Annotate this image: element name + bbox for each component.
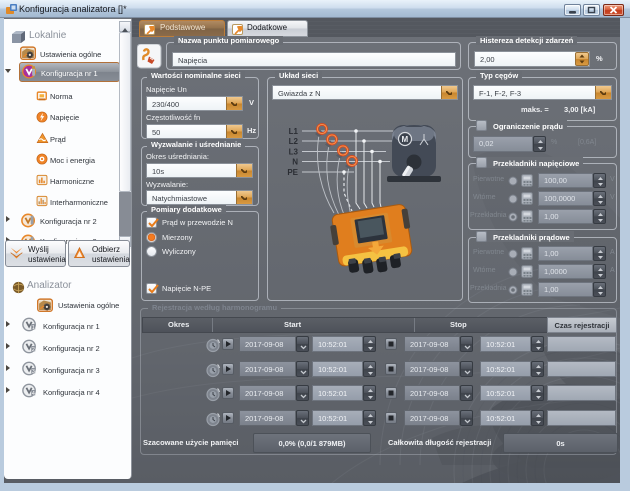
svg-text:L3: L3 [289,148,299,157]
svg-text:M: M [402,135,409,144]
svg-text:3: 3 [32,369,35,375]
svg-text:1: 1 [32,325,35,331]
svg-text:2: 2 [32,347,35,353]
svg-text:PE: PE [287,168,298,177]
svg-text:N: N [292,158,298,167]
svg-text:4: 4 [32,391,35,397]
svg-text:L1: L1 [289,127,299,136]
svg-text:L2: L2 [289,137,299,146]
